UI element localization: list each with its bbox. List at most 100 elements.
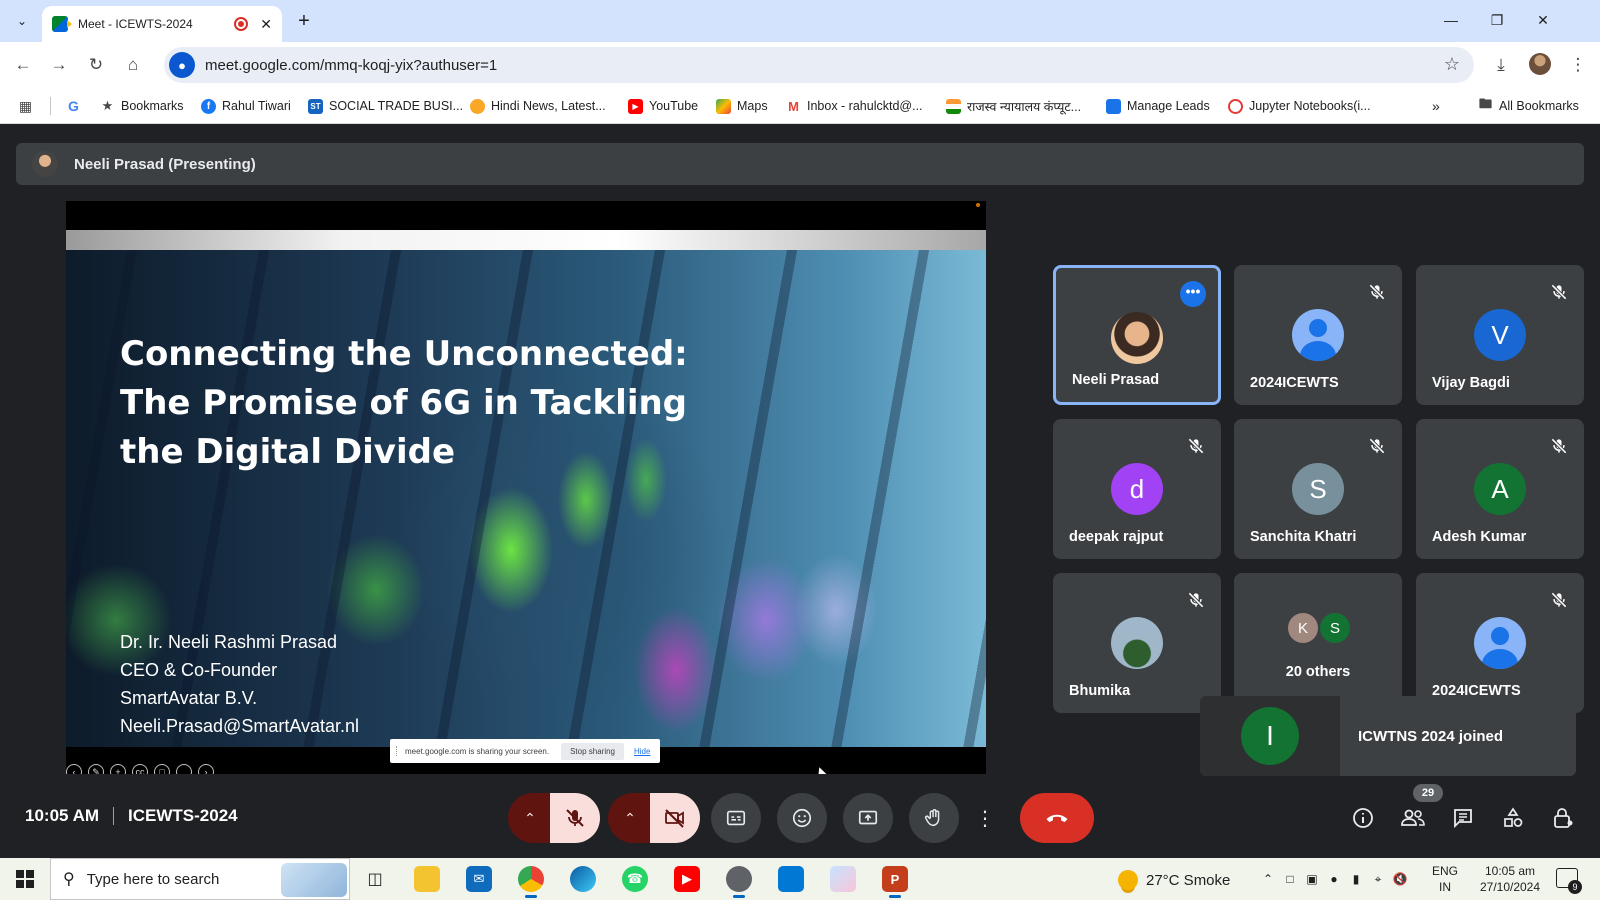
bookmark-inbox[interactable]: M Inbox - rahulcktd@...	[786, 96, 922, 116]
browser-tab[interactable]: Meet - ICEWTS-2024 ✕	[42, 6, 282, 42]
participant-tile[interactable]: ••• Neeli Prasad	[1053, 265, 1221, 405]
tab-close-icon[interactable]: ✕	[260, 16, 272, 33]
restore-button[interactable]: ❐	[1482, 8, 1512, 32]
zoom-icon[interactable]: +	[110, 764, 126, 774]
bookmark-rahul-tiwari[interactable]: f Rahul Tiwari	[201, 96, 291, 116]
store-icon[interactable]	[778, 866, 804, 892]
youtube-app-icon[interactable]: ▶	[674, 866, 700, 892]
microphone-toggle-button[interactable]	[550, 793, 600, 843]
wifi-icon[interactable]: ⌖	[1370, 871, 1386, 887]
task-view-icon[interactable]: ◫	[362, 866, 388, 892]
weather-widget[interactable]: 27°C Smoke	[1118, 870, 1230, 890]
stop-sharing-button[interactable]: Stop sharing	[561, 742, 624, 760]
mail-icon[interactable]: ✉	[466, 866, 492, 892]
forward-icon[interactable]: →	[47, 53, 71, 77]
present-screen-button[interactable]	[843, 793, 893, 843]
back-icon[interactable]: ←	[11, 53, 35, 77]
bookmark-jupyter[interactable]: Jupyter Notebooks(i...	[1228, 96, 1371, 116]
maps-icon	[716, 98, 731, 114]
bookmark-social-trade[interactable]: ST SOCIAL TRADE BUSI...	[308, 96, 463, 116]
captions-button[interactable]	[711, 793, 761, 843]
people-button[interactable]	[1399, 804, 1427, 832]
more-options-kebab-icon[interactable]: ⋮	[973, 793, 997, 843]
whatsapp-icon[interactable]: ☎	[622, 866, 648, 892]
participant-name: Adesh Kumar	[1432, 529, 1527, 545]
menu-kebab-icon[interactable]: ⋮	[1566, 53, 1590, 77]
chrome-profile-icon[interactable]	[726, 866, 752, 898]
paint-icon[interactable]	[830, 866, 856, 892]
drag-handle-icon[interactable]	[396, 746, 399, 756]
meeting-info-button[interactable]	[1349, 804, 1377, 832]
bookmark-maps[interactable]: Maps	[716, 96, 768, 116]
apps-grid-icon[interactable]: ▦	[18, 96, 39, 116]
windows-taskbar: ⚲ Type here to search ◫ ✉ ☎ ▶ P 27°C Smo…	[0, 858, 1600, 900]
sun-smoke-icon	[1118, 870, 1138, 890]
next-slide-icon[interactable]: ›	[198, 764, 214, 774]
minimize-button[interactable]: —	[1436, 8, 1466, 32]
others-tile[interactable]: K S 20 others	[1234, 573, 1402, 713]
chat-button[interactable]	[1449, 804, 1477, 832]
participant-tile[interactable]: 2024ICEWTS	[1416, 573, 1584, 713]
tab-search-chevron-icon[interactable]: ⌄	[10, 9, 34, 33]
slide-top-band	[66, 230, 986, 250]
windows-start-icon[interactable]	[16, 870, 34, 888]
camera-icon[interactable]: □	[154, 764, 170, 774]
activities-button[interactable]	[1499, 804, 1527, 832]
bookmark-revenue-court[interactable]: राजस्व न्यायालय कंप्यूट...	[946, 96, 1081, 116]
bookmark-star-icon[interactable]: ☆	[1444, 54, 1460, 75]
bookmark-hindi-news[interactable]: Hindi News, Latest...	[470, 96, 606, 116]
participant-tile[interactable]: 2024ICEWTS	[1234, 265, 1402, 405]
participant-tile[interactable]: S Sanchita Khatri	[1234, 419, 1402, 559]
more-options-icon[interactable]: •••	[1180, 281, 1206, 307]
all-bookmarks-button[interactable]: 🖿 All Bookmarks	[1478, 96, 1579, 116]
address-bar[interactable]: ● meet.google.com/mmq-koqj-yix?authuser=…	[164, 47, 1474, 83]
reload-icon[interactable]: ↻	[84, 53, 108, 77]
subtitles-icon[interactable]: cc	[132, 764, 148, 774]
shared-screen: Connecting the Unconnected: The Promise …	[66, 201, 986, 774]
chrome-icon[interactable]	[518, 866, 544, 898]
home-icon[interactable]: ⌂	[121, 53, 145, 77]
participant-tile[interactable]: d deepak rajput	[1053, 419, 1221, 559]
participant-tile[interactable]: Bhumika	[1053, 573, 1221, 713]
participant-tile[interactable]: V Vijay Bagdi	[1416, 265, 1584, 405]
edge-icon[interactable]	[570, 866, 596, 892]
more-options-icon[interactable]: …	[176, 764, 192, 774]
system-clock[interactable]: 10:05 am 27/10/2024	[1472, 863, 1548, 895]
bookmark-manage-leads[interactable]: Manage Leads	[1106, 96, 1210, 116]
close-window-button[interactable]: ✕	[1528, 8, 1558, 32]
google-bookmark[interactable]: G	[66, 96, 87, 116]
recording-dot	[976, 203, 980, 207]
leave-call-button[interactable]	[1020, 793, 1094, 843]
present-icon	[858, 810, 878, 825]
language-indicator[interactable]: ENG IN	[1428, 863, 1462, 895]
raise-hand-button[interactable]	[909, 793, 959, 843]
file-explorer-icon[interactable]	[414, 866, 440, 892]
host-controls-button[interactable]	[1549, 804, 1577, 832]
previous-slide-icon[interactable]: ‹	[66, 764, 82, 774]
download-icon[interactable]: ⤓	[1489, 53, 1513, 77]
meet-tray-icon[interactable]: □	[1282, 871, 1298, 887]
taskbar-search-box[interactable]: ⚲ Type here to search	[50, 858, 350, 900]
bookmark-youtube[interactable]: ▶ YouTube	[628, 96, 698, 116]
volume-muted-icon[interactable]: 🔇	[1392, 871, 1408, 887]
new-tab-button[interactable]: +	[292, 9, 316, 33]
participant-initial-avatar: S	[1292, 463, 1344, 515]
camera-tray-icon[interactable]: ▣	[1304, 871, 1320, 887]
microphone-in-use-icon[interactable]: ●	[169, 52, 195, 78]
participant-tile[interactable]: A Adesh Kumar	[1416, 419, 1584, 559]
battery-icon[interactable]: ▮	[1348, 871, 1364, 887]
show-hidden-icons-chevron-icon[interactable]: ⌃	[1260, 871, 1276, 887]
more-bookmarks-chevron-icon[interactable]: »	[1432, 96, 1440, 116]
camera-toggle-button[interactable]	[650, 793, 700, 843]
pen-icon[interactable]: ✎	[88, 764, 104, 774]
microphone-tray-icon[interactable]: ●	[1326, 871, 1342, 887]
audio-options-chevron-icon[interactable]: ⌃	[508, 793, 552, 843]
reactions-button[interactable]	[777, 793, 827, 843]
participant-initial-avatar: d	[1111, 463, 1163, 515]
camera-off-icon	[665, 809, 684, 828]
bookmark-bookmarks[interactable]: ★ Bookmarks	[100, 96, 184, 116]
powerpoint-icon[interactable]: P	[882, 866, 908, 898]
hide-link[interactable]: Hide	[634, 747, 650, 756]
profile-avatar[interactable]	[1529, 53, 1551, 75]
video-options-chevron-icon[interactable]: ⌃	[608, 793, 652, 843]
